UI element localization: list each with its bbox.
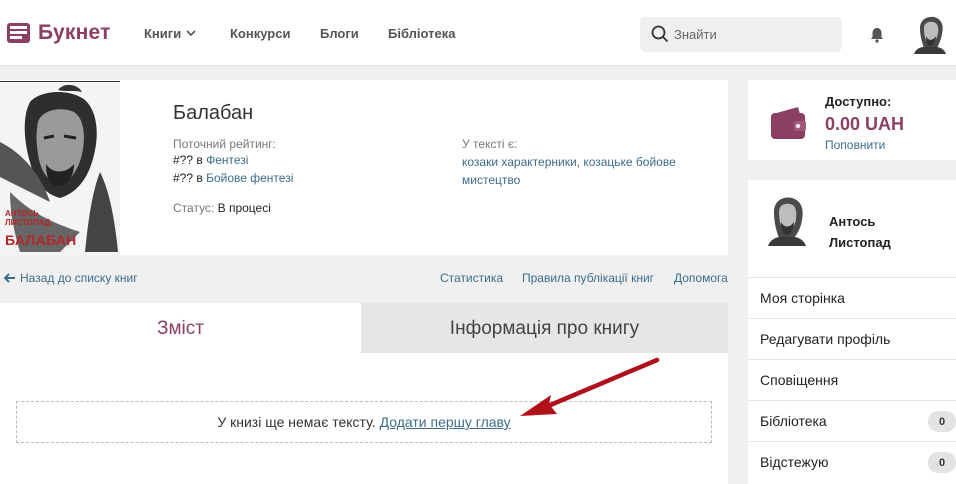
book-status: Статус: В процесі xyxy=(173,201,271,215)
search-input[interactable] xyxy=(674,17,834,52)
top-up-link[interactable]: Поповнити xyxy=(825,138,885,152)
site-logo[interactable]: Букнет xyxy=(6,20,111,46)
book-logo-icon xyxy=(7,23,30,43)
notifications-bell-icon[interactable] xyxy=(869,27,885,43)
cover-title-text: БАЛАБАН xyxy=(5,232,77,248)
back-link-label: Назад до списку книг xyxy=(20,271,138,285)
search-box xyxy=(640,17,842,52)
status-value: В процесі xyxy=(217,201,271,215)
menu-item-label: Моя сторінка xyxy=(760,290,845,306)
rating-row-1: #?? в Фентезі xyxy=(173,153,248,167)
status-label: Статус: xyxy=(173,201,215,215)
back-to-books-link[interactable]: Назад до списку книг xyxy=(4,271,138,285)
nav-blogs[interactable]: Блоги xyxy=(320,26,359,41)
rating-2-genre-link[interactable]: Бойове фентезі xyxy=(206,171,293,185)
user-avatar[interactable] xyxy=(912,14,948,54)
menu-item-label: Редагувати профіль xyxy=(760,331,891,347)
nav-books-label: Книги xyxy=(144,26,182,41)
wallet-label: Доступно: xyxy=(825,94,892,109)
wallet-icon xyxy=(771,107,806,139)
chevron-down-icon xyxy=(186,30,196,37)
tab-book-info[interactable]: Інформація про книгу xyxy=(361,303,728,354)
wallet-card: Доступно: 0.00 UAH Поповнити xyxy=(748,80,956,160)
cover-illustration xyxy=(0,82,120,255)
menu-item-notifications[interactable]: Сповіщення xyxy=(748,359,956,400)
wallet-amount: 0.00 UAH xyxy=(825,114,905,134)
statistics-link[interactable]: Статистика xyxy=(440,271,503,285)
tags-label: У тексті є: xyxy=(462,137,518,151)
menu-item-edit-profile[interactable]: Редагувати профіль xyxy=(748,318,956,359)
publication-rules-link[interactable]: Правила публікації книг xyxy=(522,271,654,285)
profile-card: Антось Листопад Моя сторінка Редагувати … xyxy=(748,180,956,484)
nav-contests[interactable]: Конкурси xyxy=(230,26,290,41)
menu-item-label: Бібліотека xyxy=(760,413,827,429)
contents-panel: У книзі ще немає тексту. Додати першу гл… xyxy=(0,353,728,484)
rating-1-genre-link[interactable]: Фентезі xyxy=(206,153,248,167)
nav-books[interactable]: Книги xyxy=(144,26,196,41)
cover-author-text: АНТОСЬ ЛИСТОПАД xyxy=(5,209,51,227)
rating-label: Поточний рейтинг: xyxy=(173,137,277,151)
menu-item-following[interactable]: Відстежую 0 xyxy=(748,441,956,482)
profile-menu: Моя сторінка Редагувати профіль Сповіщен… xyxy=(748,277,956,482)
empty-contents-box: У книзі ще немає тексту. Додати першу гл… xyxy=(16,401,712,443)
count-badge: 0 xyxy=(928,452,956,473)
profile-name[interactable]: Антось Листопад xyxy=(829,211,929,253)
count-badge: 0 xyxy=(928,411,956,432)
search-icon xyxy=(651,25,669,43)
rating-1-prefix: #?? в xyxy=(173,153,203,167)
rating-row-2: #?? в Бойове фентезі xyxy=(173,171,293,185)
nav-library[interactable]: Бібліотека xyxy=(388,26,455,41)
menu-item-library[interactable]: Бібліотека 0 xyxy=(748,400,956,441)
menu-item-label: Відстежую xyxy=(760,454,829,470)
empty-text: У книзі ще немає тексту. xyxy=(217,414,376,430)
logo-text: Букнет xyxy=(38,21,111,44)
book-info-card: АНТОСЬ ЛИСТОПАД БАЛАБАН Балабан Поточний… xyxy=(0,80,728,255)
add-first-chapter-link[interactable]: Додати першу главу xyxy=(380,414,511,430)
tags-link[interactable]: козаки характерники, козацьке бойове мис… xyxy=(462,153,692,189)
book-title: Балабан xyxy=(173,102,254,124)
menu-item-label: Сповіщення xyxy=(760,372,839,388)
top-header: Букнет Книги Конкурси Блоги Бібліотека xyxy=(0,0,956,66)
rating-2-prefix: #?? в xyxy=(173,171,203,185)
tab-contents[interactable]: Зміст xyxy=(0,303,361,354)
profile-avatar[interactable] xyxy=(766,194,808,246)
arrow-left-icon xyxy=(4,273,15,283)
menu-item-my-page[interactable]: Моя сторінка xyxy=(748,277,956,318)
help-link[interactable]: Допомога xyxy=(674,271,728,285)
book-cover[interactable]: АНТОСЬ ЛИСТОПАД БАЛАБАН xyxy=(0,81,120,255)
